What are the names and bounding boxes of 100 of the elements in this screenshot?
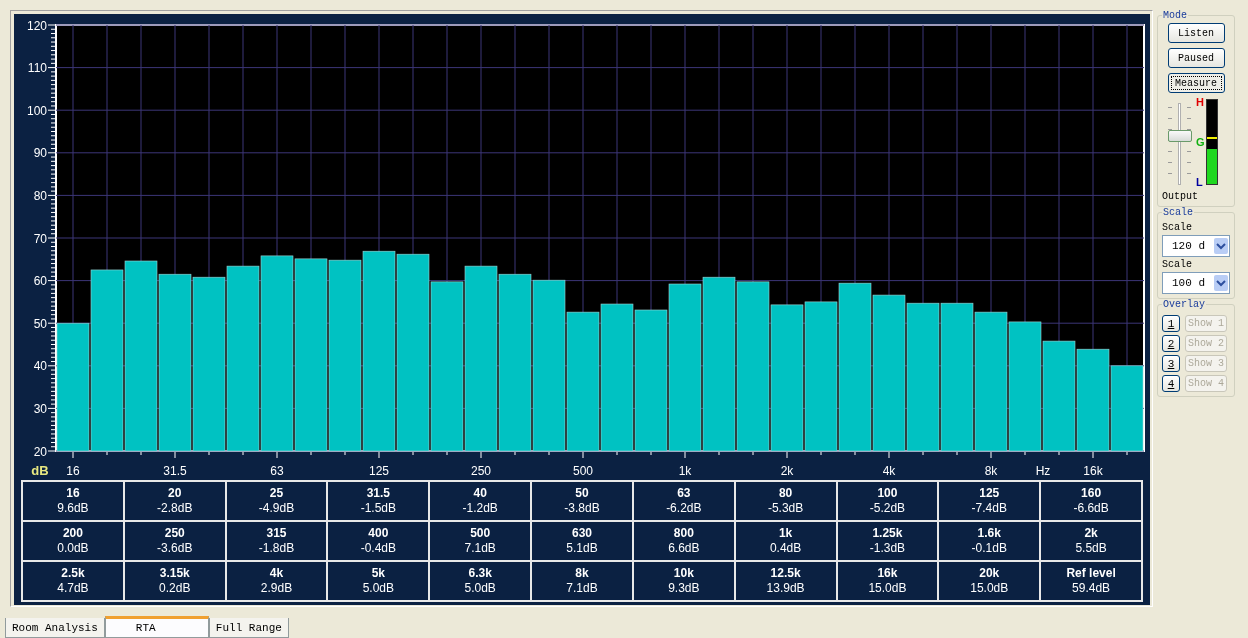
band-frequency: 400 (368, 526, 389, 541)
band-frequency: 3.15k (159, 566, 190, 581)
band-frequency: 1.6k (977, 526, 1001, 541)
caret-icon (1214, 275, 1228, 291)
band-frequency: 25 (269, 486, 284, 501)
band-level: 2.9dB (260, 581, 293, 596)
x-tick-label: 63 (270, 464, 284, 478)
scale-dropdown[interactable]: 100 d (1162, 272, 1230, 294)
y-axis-unit: dB (31, 463, 49, 478)
band-level: 7.1dB (566, 581, 598, 596)
band-frequency: 10k (673, 566, 694, 581)
band-level: 6.6dB (668, 541, 700, 556)
band-frequency: 16 (66, 486, 80, 501)
x-tick-label: 31.5 (163, 464, 187, 478)
band-frequency: 12.5k (770, 566, 801, 581)
y-tick-label: 100 (26, 103, 47, 118)
y-tick-label: 20 (33, 444, 47, 459)
band-level: -7.4dB (971, 501, 1007, 516)
band-frequency: 200 (62, 526, 83, 541)
band-frequency: 315 (266, 526, 287, 541)
y-tick-label: 50 (33, 316, 47, 331)
band-level: 0.0dB (57, 541, 89, 556)
band-level: -3.6dB (157, 541, 193, 556)
band-level: 15.0dB (970, 581, 1009, 596)
band-level: 0.4dB (769, 541, 802, 556)
band-level: -0.4dB (360, 541, 397, 556)
band-level: 15.0dB (868, 581, 907, 596)
band-level: 5.1dB (566, 541, 598, 556)
x-tick-label: 125 (369, 464, 389, 478)
band-level: -1.2dB (462, 501, 498, 516)
band-level: -5.3dB (767, 501, 804, 516)
view-tab[interactable]: Room Analysis (5, 618, 105, 638)
band-frequency: 20k (979, 566, 1000, 581)
band-frequency: 160 (1081, 486, 1102, 501)
band-frequency: 20 (168, 486, 182, 501)
view-tab[interactable]: RTA (104, 616, 209, 638)
x-tick-label: 500 (573, 464, 593, 478)
y-tick-label: 120 (26, 18, 47, 33)
band-level: 13.9dB (766, 581, 805, 596)
band-frequency: 80 (778, 486, 793, 501)
band-frequency: 2.5k (61, 566, 85, 581)
y-tick-label: 90 (33, 146, 47, 161)
band-frequency: 500 (470, 526, 491, 541)
group-title: Scale (1162, 207, 1194, 218)
meter-label: G (1196, 137, 1205, 148)
band-frequency: 16k (877, 566, 898, 581)
band-frequency: 800 (673, 526, 694, 541)
y-tick-label: 110 (27, 61, 47, 76)
band-frequency: 63 (677, 486, 691, 501)
x-tick-label: 2k (780, 464, 794, 478)
band-level: -1.8dB (258, 541, 295, 556)
group-title: Overlay (1162, 299, 1206, 310)
band-frequency: 100 (877, 486, 898, 501)
band-level: -4.9dB (258, 501, 295, 516)
y-tick-label: 40 (33, 359, 47, 374)
band-frequency: 5k (371, 566, 386, 581)
band-level: 0.2dB (159, 581, 191, 596)
caret-icon (1214, 238, 1228, 254)
band-frequency: 6.3k (468, 566, 492, 581)
band-frequency: 1k (778, 526, 793, 541)
band-frequency: 40 (473, 486, 487, 501)
band-level: 5.5dB (1075, 541, 1107, 556)
mode-button[interactable]: Listen (1167, 23, 1225, 43)
band-level: -1.5dB (360, 501, 397, 516)
band-level: -3.8dB (564, 501, 600, 516)
meter-label: H (1196, 97, 1204, 108)
y-tick-label: 60 (33, 274, 47, 289)
scale-dropdown[interactable]: 120 d (1162, 235, 1230, 257)
band-level: 9.6dB (57, 501, 89, 516)
y-tick-label: 70 (33, 231, 47, 246)
output-label: Output (1162, 191, 1199, 202)
x-tick-label: 4k (882, 464, 896, 478)
band-level: 59.4dB (1072, 581, 1111, 596)
y-tick-label: 30 (33, 401, 47, 416)
view-tab[interactable]: Full Range (208, 618, 289, 638)
band-level: -5.2dB (869, 501, 906, 516)
band-frequency: 4k (269, 566, 284, 581)
scale-label: Scale (1162, 259, 1193, 270)
mode-button[interactable]: Measure (1167, 73, 1225, 93)
band-level: -6.2dB (666, 501, 702, 516)
x-axis-unit: Hz (1035, 464, 1051, 478)
band-frequency: 8k (575, 566, 589, 581)
slider-thumb[interactable] (1168, 130, 1192, 143)
y-tick-label: 80 (33, 188, 47, 203)
mode-button[interactable]: Paused (1167, 48, 1225, 68)
band-frequency: 125 (979, 486, 1000, 501)
band-frequency: 2k (1084, 526, 1098, 541)
band-frequency: 31.5 (366, 486, 391, 501)
band-level: 5.0dB (362, 581, 395, 596)
band-level: 7.1dB (464, 541, 496, 556)
band-level: 9.3dB (668, 581, 700, 596)
band-level: -2.8dB (157, 501, 193, 516)
x-tick-label: 16k (1083, 464, 1103, 478)
group-title: Mode (1162, 10, 1188, 21)
x-tick-label: 16 (66, 464, 80, 478)
x-tick-label: 250 (471, 464, 491, 478)
band-frequency: 250 (164, 526, 185, 541)
band-frequency: 1.25k (872, 526, 903, 541)
band-frequency: Ref level (1066, 566, 1116, 581)
band-level: -1.3dB (869, 541, 906, 556)
